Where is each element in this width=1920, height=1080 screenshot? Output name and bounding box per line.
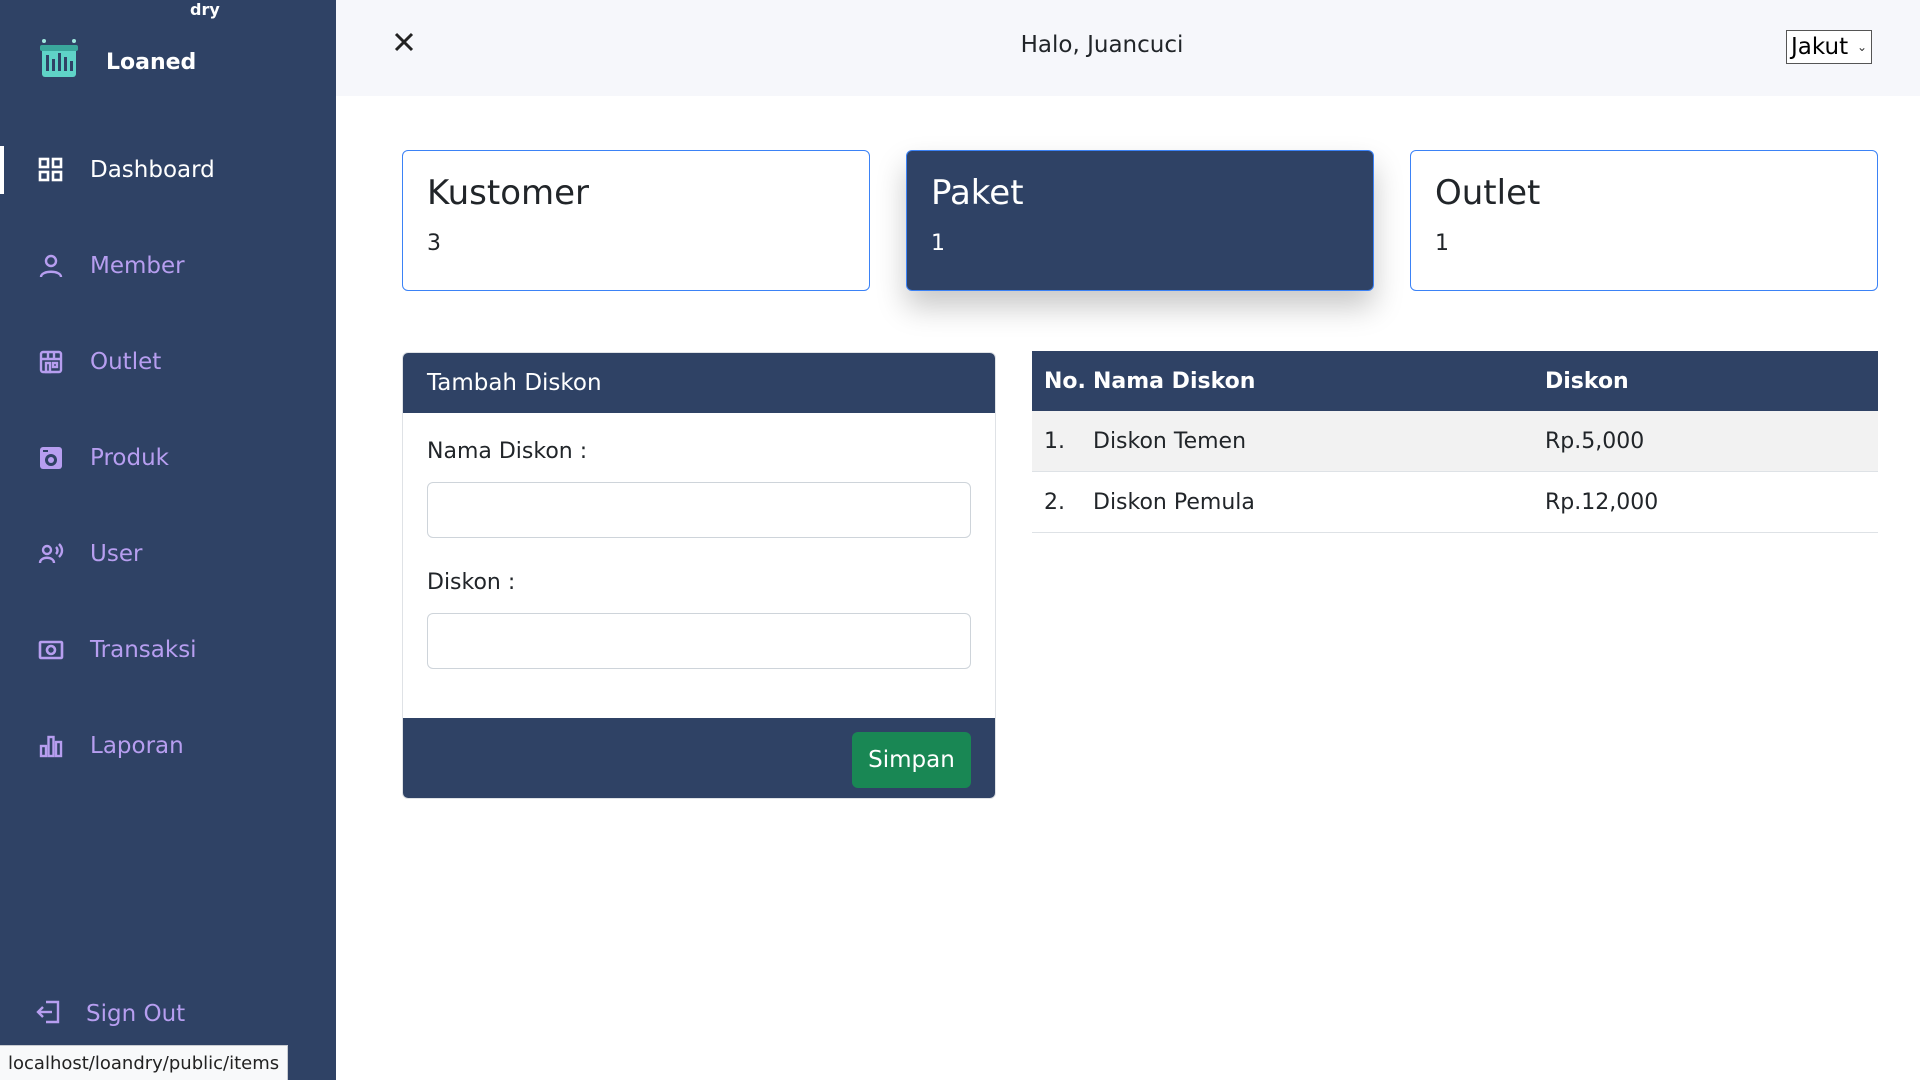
form-footer: Simpan (403, 718, 995, 798)
cell-no: 2. (1044, 489, 1065, 515)
discount-table: No. Nama Diskon Diskon 1. Diskon Temen R… (1032, 351, 1878, 533)
sidebar-item-label: Outlet (90, 349, 162, 375)
laundry-logo-icon (40, 39, 78, 77)
greeting-text: Halo, Juancuci (1020, 32, 1184, 58)
sign-out-icon (36, 999, 62, 1029)
cash-icon (36, 635, 66, 665)
user-voice-icon (36, 539, 66, 569)
cell-name: Diskon Pemula (1093, 489, 1255, 515)
cell-discount: Rp.12,000 (1545, 489, 1659, 515)
column-header-no: No. (1044, 368, 1086, 394)
brand[interactable]: Loaned (36, 30, 196, 90)
stat-title: Outlet (1435, 173, 1541, 213)
topbar: Halo, Juancuci Jakut ⌄ (336, 0, 1920, 96)
stat-card-outlet: Outlet 1 (1410, 150, 1878, 291)
discount-amount-input[interactable] (427, 613, 971, 669)
brand-superscript: dry (190, 0, 220, 19)
table-header: No. Nama Diskon Diskon (1032, 351, 1878, 411)
table-row[interactable]: 1. Diskon Temen Rp.5,000 (1032, 411, 1878, 472)
sidebar: Loaned dry Dashboard Member Outlet Produ… (0, 0, 336, 1080)
sidebar-nav: Dashboard Member Outlet Produk User Tran… (0, 122, 336, 794)
discount-name-input[interactable] (427, 482, 971, 538)
stat-value: 1 (1435, 231, 1449, 256)
sidebar-item-label: Laporan (90, 733, 184, 759)
sidebar-item-member[interactable]: Member (0, 218, 336, 314)
cell-discount: Rp.5,000 (1545, 428, 1645, 454)
sidebar-item-label: Produk (90, 445, 169, 471)
sidebar-item-transaksi[interactable]: Transaksi (0, 602, 336, 698)
column-header-name: Nama Diskon (1093, 368, 1256, 394)
save-button[interactable]: Simpan (852, 732, 971, 788)
chevron-down-icon: ⌄ (1856, 40, 1867, 54)
sidebar-item-produk[interactable]: Produk (0, 410, 336, 506)
sidebar-item-label: Dashboard (90, 157, 215, 183)
stat-title: Kustomer (427, 173, 590, 213)
cell-no: 1. (1044, 428, 1065, 454)
status-bar-url: localhost/loandry/public/items (0, 1045, 289, 1080)
sign-out-label: Sign Out (86, 1001, 186, 1027)
stat-value: 3 (427, 231, 441, 256)
stat-value: 1 (931, 231, 945, 256)
brand-name: Loaned (106, 49, 197, 75)
store-icon (36, 347, 66, 377)
sidebar-item-label: Transaksi (90, 637, 197, 663)
stat-card-kustomer: Kustomer 3 (402, 150, 870, 291)
outlet-select-value: Jakut (1791, 34, 1849, 60)
washing-machine-icon (36, 443, 66, 473)
form-title: Tambah Diskon (403, 353, 995, 413)
sidebar-item-label: Member (90, 253, 185, 279)
stat-title: Paket (931, 173, 1024, 213)
column-header-discount: Diskon (1545, 368, 1629, 394)
sidebar-item-outlet[interactable]: Outlet (0, 314, 336, 410)
cell-name: Diskon Temen (1093, 428, 1247, 454)
bar-chart-icon (36, 731, 66, 761)
sidebar-item-user[interactable]: User (0, 506, 336, 602)
outlet-select[interactable]: Jakut ⌄ (1786, 30, 1872, 64)
grid-icon (36, 155, 66, 185)
discount-amount-label: Diskon : (427, 570, 516, 595)
table-row[interactable]: 2. Diskon Pemula Rp.12,000 (1032, 472, 1878, 533)
sidebar-item-dashboard[interactable]: Dashboard (0, 122, 336, 218)
sidebar-item-label: User (90, 541, 143, 567)
discount-name-label: Nama Diskon : (427, 439, 588, 464)
sidebar-item-laporan[interactable]: Laporan (0, 698, 336, 794)
add-discount-form: Tambah Diskon Nama Diskon : Diskon : Sim… (402, 352, 996, 799)
person-icon (36, 251, 66, 281)
stat-card-paket: Paket 1 (906, 150, 1374, 291)
form-body: Nama Diskon : Diskon : (403, 413, 995, 718)
